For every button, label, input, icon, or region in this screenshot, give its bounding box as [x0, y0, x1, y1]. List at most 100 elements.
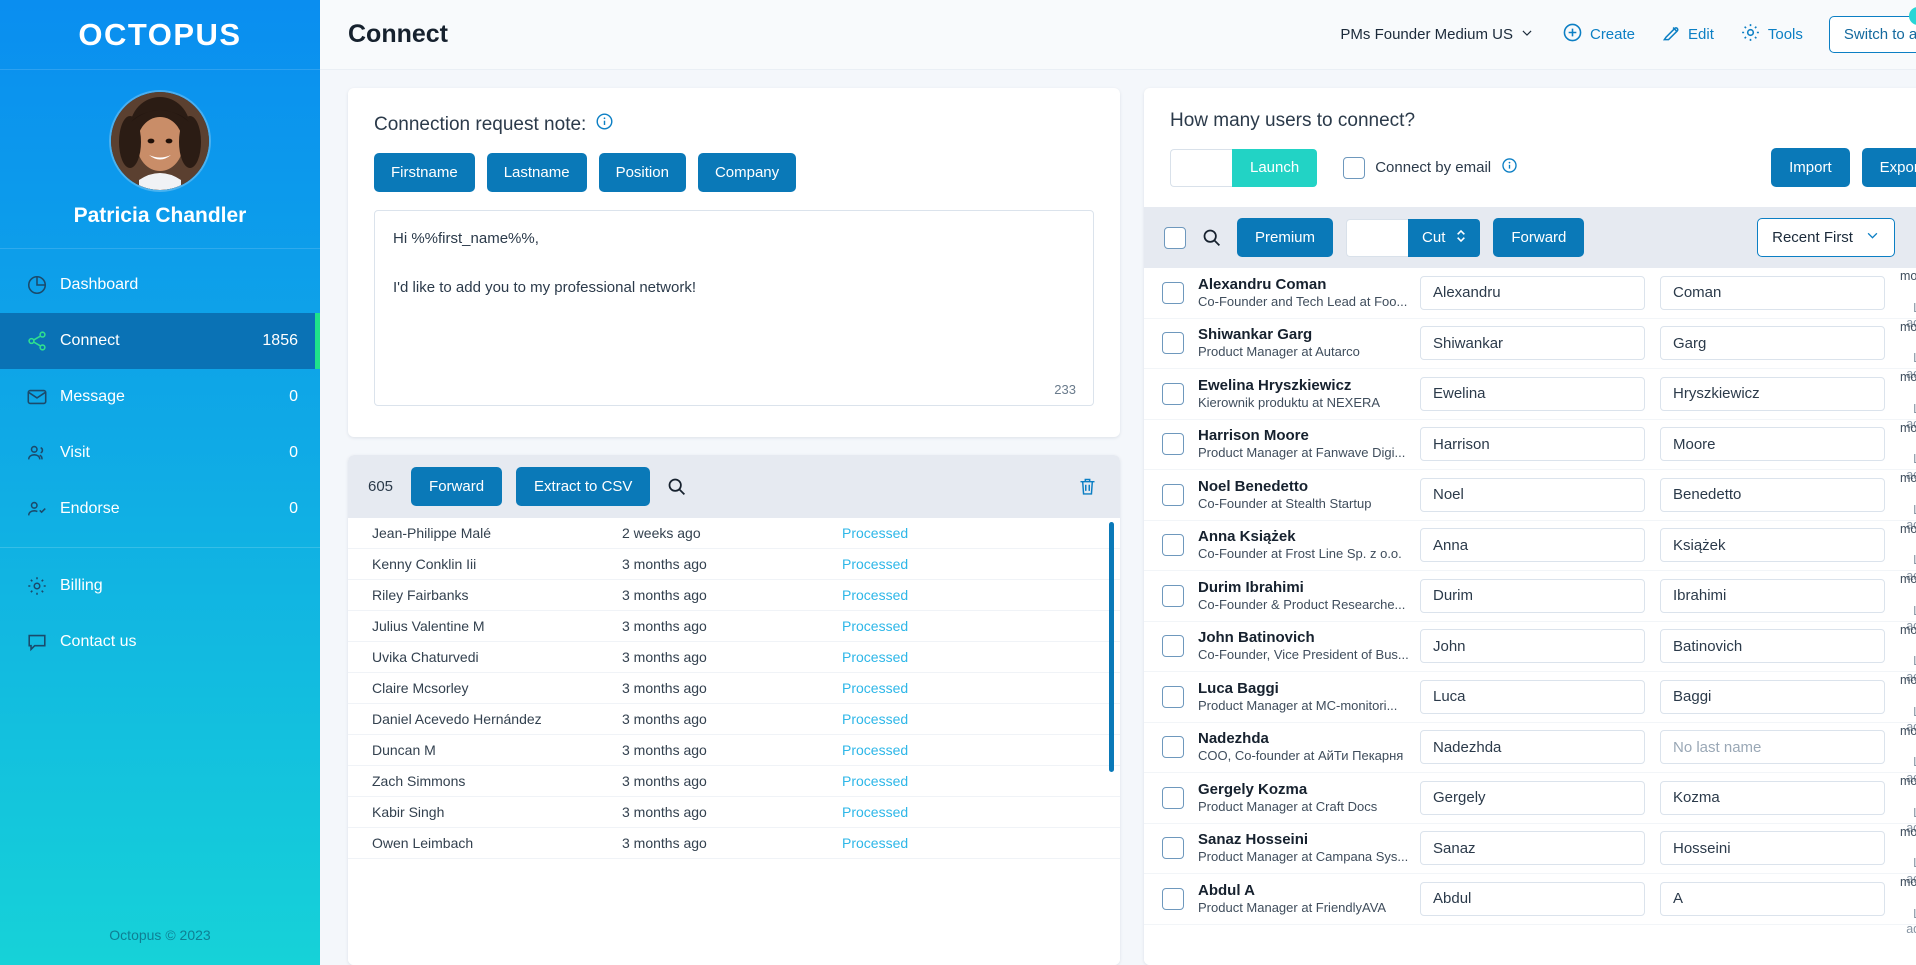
note-textarea[interactable]: Hi %%first_name%%, I'd like to add you t… — [374, 210, 1094, 406]
cut-count-input[interactable] — [1346, 218, 1409, 257]
first-name-input[interactable] — [1420, 730, 1645, 765]
contacts-forward-button[interactable]: Forward — [1493, 218, 1585, 257]
create-button[interactable]: Create — [1562, 22, 1635, 47]
processed-list-scroll[interactable]: Jean-Philippe Malé 2 weeks ago Processed Ke… — [348, 518, 1120, 965]
premium-button[interactable]: Premium — [1237, 218, 1334, 257]
contact-row[interactable]: Sanaz Hosseini Product Manager at Campana… — [1144, 824, 1916, 886]
search-icon[interactable] — [1199, 225, 1224, 250]
table-row[interactable]: Jean-Philippe Malé 2 weeks ago Processed — [348, 518, 1120, 549]
sidebar-item-contact-us[interactable]: Contact us — [0, 614, 320, 670]
tag-lastname-button[interactable]: Lastname — [486, 153, 587, 192]
extract-to-csv-button[interactable]: Extract to CSV — [516, 467, 651, 506]
brand-logo[interactable]: OCTOPUS — [0, 0, 320, 70]
first-name-input[interactable] — [1420, 629, 1645, 664]
left-list-scrollbar[interactable] — [1109, 522, 1114, 772]
sidebar-item-billing[interactable]: Billing — [0, 558, 320, 614]
last-name-input[interactable] — [1660, 881, 1885, 916]
users-count-input[interactable] — [1170, 148, 1232, 187]
last-name-input[interactable] — [1660, 831, 1885, 866]
table-row[interactable]: Claire Mcsorley 3 months ago Processed — [348, 673, 1120, 704]
contact-row[interactable]: Shiwankar Garg Product Manager at Autarco… — [1144, 319, 1916, 381]
contact-checkbox[interactable] — [1162, 685, 1184, 708]
contact-row[interactable]: Ewelina Hryszkiewicz Kierownik produktu a… — [1144, 369, 1916, 431]
sidebar-item-visit[interactable]: Visit 0 — [0, 425, 320, 481]
sort-order-select[interactable]: Recent First — [1757, 218, 1895, 257]
contact-checkbox[interactable] — [1162, 433, 1184, 456]
table-row[interactable]: Julius Valentine M 3 months ago Processed — [348, 611, 1120, 642]
table-row[interactable]: Kenny Conklin Iii 3 months ago Processed — [348, 549, 1120, 580]
first-name-input[interactable] — [1420, 831, 1645, 866]
import-button[interactable]: Import — [1771, 148, 1850, 187]
first-name-input[interactable] — [1420, 326, 1645, 361]
contact-row[interactable]: Luca Baggi Product Manager at MC-monitori… — [1144, 672, 1916, 734]
account-select[interactable]: PMs Founder Medium US — [1340, 26, 1534, 44]
contact-checkbox[interactable] — [1162, 483, 1184, 506]
table-row[interactable]: Owen Leimbach 3 months ago Processed — [348, 828, 1120, 859]
first-name-input[interactable] — [1420, 275, 1645, 310]
sidebar-item-dashboard[interactable]: Dashboard — [0, 257, 320, 313]
last-name-input[interactable] — [1660, 275, 1885, 310]
first-name-input[interactable] — [1420, 376, 1645, 411]
switch-to-annual-button[interactable]: Switch to annual — [1828, 16, 1916, 53]
tag-company-button[interactable]: Company — [697, 153, 797, 192]
first-name-input[interactable] — [1420, 881, 1645, 916]
contact-row[interactable]: NadezhdaCOO, Co-founder at АйТи Пекарня 3… — [1144, 723, 1916, 785]
last-name-input[interactable] — [1660, 629, 1885, 664]
last-name-input[interactable] — [1660, 578, 1885, 613]
edit-button[interactable]: Edit — [1661, 23, 1714, 47]
contact-row[interactable]: Alexandru Coman Co-Founder and Tech Lead … — [1144, 268, 1916, 330]
tag-firstname-button[interactable]: Firstname — [374, 153, 475, 192]
first-name-input[interactable] — [1420, 679, 1645, 714]
last-name-input[interactable] — [1660, 780, 1885, 815]
cut-button[interactable]: Cut — [1408, 218, 1481, 257]
contact-checkbox[interactable] — [1162, 786, 1184, 809]
contact-row[interactable]: John Batinovich Co-Founder, Vice Presiden… — [1144, 622, 1916, 684]
first-name-input[interactable] — [1420, 780, 1645, 815]
sidebar-item-connect[interactable]: Connect 1856 — [0, 313, 320, 369]
export-button[interactable]: Export — [1861, 148, 1916, 187]
contact-checkbox[interactable] — [1162, 635, 1184, 658]
launch-button[interactable]: Launch — [1232, 148, 1318, 187]
tools-button[interactable]: Tools — [1740, 22, 1803, 47]
table-row[interactable]: Kabir Singh 3 months ago Processed — [348, 797, 1120, 828]
contact-row[interactable]: Abdul AProduct Manager at FriendlyAVA 3 m… — [1144, 874, 1916, 936]
last-name-input[interactable] — [1660, 427, 1885, 462]
first-name-input[interactable] — [1420, 578, 1645, 613]
first-name-input[interactable] — [1420, 427, 1645, 462]
last-name-input[interactable] — [1660, 528, 1885, 563]
info-icon[interactable] — [595, 112, 614, 137]
last-name-input[interactable] — [1660, 679, 1885, 714]
contact-checkbox[interactable] — [1162, 382, 1184, 405]
table-row[interactable]: Zach Simmons 3 months ago Processed — [348, 766, 1120, 797]
contact-checkbox[interactable] — [1162, 332, 1184, 355]
sidebar-item-message[interactable]: Message 0 — [0, 369, 320, 425]
last-name-input[interactable] — [1660, 730, 1885, 765]
info-icon[interactable] — [1501, 157, 1518, 178]
delete-icon[interactable] — [1075, 474, 1100, 499]
contact-checkbox[interactable] — [1162, 837, 1184, 860]
contact-row[interactable]: Harrison Moore Product Manager at Fanwave… — [1144, 420, 1916, 482]
select-all-checkbox[interactable] — [1164, 226, 1186, 249]
contact-row[interactable]: Noel Benedetto Co-Founder at Stealth Star… — [1144, 470, 1916, 532]
tag-position-button[interactable]: Position — [598, 153, 686, 192]
table-row[interactable]: Daniel Acevedo Hernández 3 months ago Proc… — [348, 704, 1120, 735]
last-name-input[interactable] — [1660, 477, 1885, 512]
contact-row[interactable]: Gergely Kozma Product Manager at Craft Do… — [1144, 773, 1916, 835]
contacts-list[interactable]: Alexandru Coman Co-Founder and Tech Lead … — [1144, 268, 1916, 965]
contact-row[interactable]: Anna Książek Co-Founder at Frost Line Sp.… — [1144, 521, 1916, 583]
table-row[interactable]: Duncan M 3 months ago Processed — [348, 735, 1120, 766]
stepper-up-down-icon[interactable] — [1454, 226, 1468, 250]
connect-by-email-checkbox[interactable] — [1343, 156, 1366, 179]
first-name-input[interactable] — [1420, 477, 1645, 512]
contact-row[interactable]: Durim Ibrahimi Co-Founder & Product Resea… — [1144, 571, 1916, 633]
contact-checkbox[interactable] — [1162, 281, 1184, 304]
contact-checkbox[interactable] — [1162, 584, 1184, 607]
avatar[interactable] — [111, 92, 209, 190]
contact-checkbox[interactable] — [1162, 736, 1184, 759]
contact-checkbox[interactable] — [1162, 887, 1184, 910]
last-name-input[interactable] — [1660, 326, 1885, 361]
sidebar-item-endorse[interactable]: Endorse 0 — [0, 481, 320, 537]
table-row[interactable]: Riley Fairbanks 3 months ago Processed — [348, 580, 1120, 611]
table-row[interactable]: Uvika Chaturvedi 3 months ago Processed — [348, 642, 1120, 673]
last-name-input[interactable] — [1660, 376, 1885, 411]
